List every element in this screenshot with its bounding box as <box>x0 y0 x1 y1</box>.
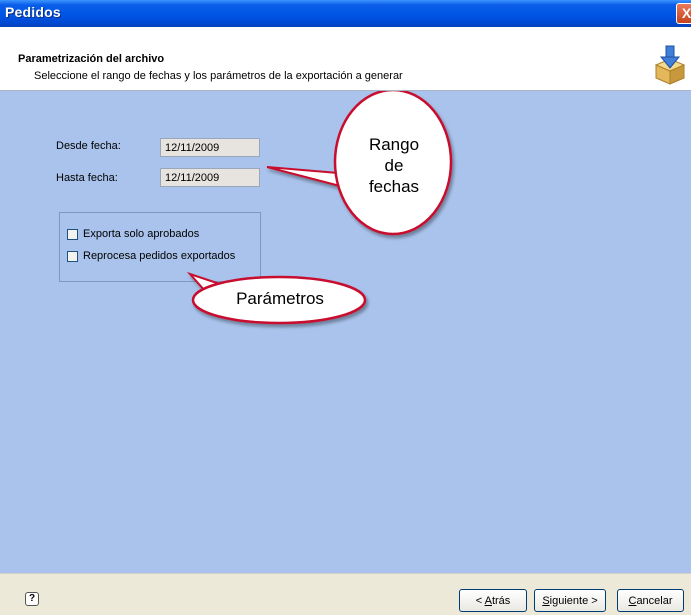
back-prefix: < <box>475 594 485 607</box>
rango-callout-text: Rango de fechas <box>345 134 443 197</box>
header-title: Parametrización del archivo <box>18 53 165 65</box>
callout-line: Rango <box>368 135 420 154</box>
help-button[interactable]: ? <box>25 592 39 606</box>
back-accel: A <box>484 594 492 607</box>
wizard-window: Pedidos X Parametrización del archivo Se… <box>0 0 691 615</box>
next-rest: iguiente > <box>549 594 598 607</box>
parametros-callout-text: Parámetros <box>236 289 324 308</box>
title-bar[interactable]: Pedidos X <box>0 0 691 27</box>
wizard-content: Desde fecha: Hasta fecha: Exporta solo a… <box>0 91 691 573</box>
back-rest: trás <box>491 594 511 607</box>
download-box-icon <box>654 45 686 85</box>
window-title: Pedidos <box>5 4 61 20</box>
cancel-rest: ancelar <box>636 594 673 607</box>
wizard-footer: ? < Atrás Siguiente > Cancelar <box>0 573 691 615</box>
callout-line: de <box>384 156 404 175</box>
back-button[interactable]: < Atrás <box>459 589 527 612</box>
next-button[interactable]: Siguiente > <box>534 589 606 612</box>
close-button[interactable]: X <box>676 3 691 24</box>
header-subtitle: Seleccione el rango de fechas y los pará… <box>34 70 403 82</box>
next-accel: S <box>542 594 550 607</box>
cancel-button[interactable]: Cancelar <box>617 589 684 612</box>
wizard-header: Parametrización del archivo Seleccione e… <box>0 27 691 91</box>
callout-line: fechas <box>368 177 420 196</box>
